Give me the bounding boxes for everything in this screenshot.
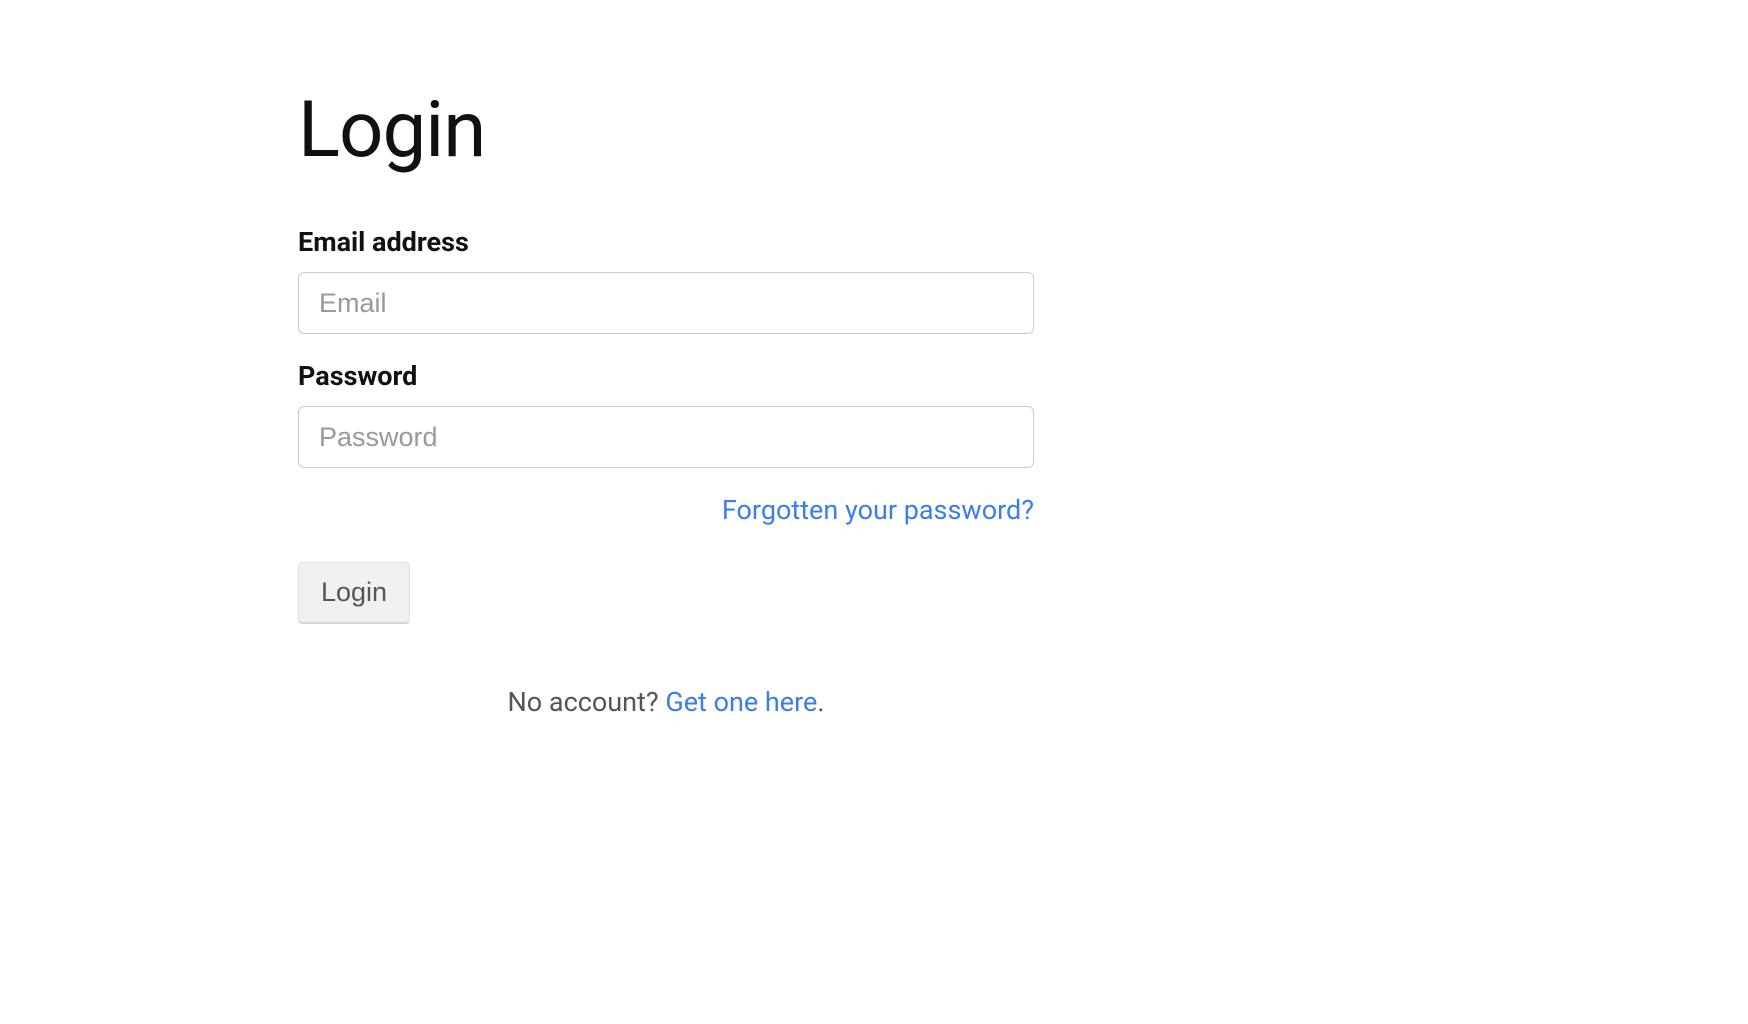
login-button[interactable]: Login	[298, 562, 410, 624]
email-input[interactable]	[298, 272, 1034, 334]
signup-prompt: No account? Get one here.	[298, 686, 1034, 718]
password-input[interactable]	[298, 406, 1034, 468]
forgot-password-link[interactable]: Forgotten your password?	[722, 494, 1034, 526]
signup-suffix: .	[817, 686, 824, 718]
password-label: Password	[298, 360, 1034, 392]
signup-prefix: No account?	[508, 686, 666, 718]
signup-link[interactable]: Get one here	[665, 686, 817, 718]
page-title: Login	[298, 85, 1034, 176]
email-label: Email address	[298, 226, 1034, 258]
